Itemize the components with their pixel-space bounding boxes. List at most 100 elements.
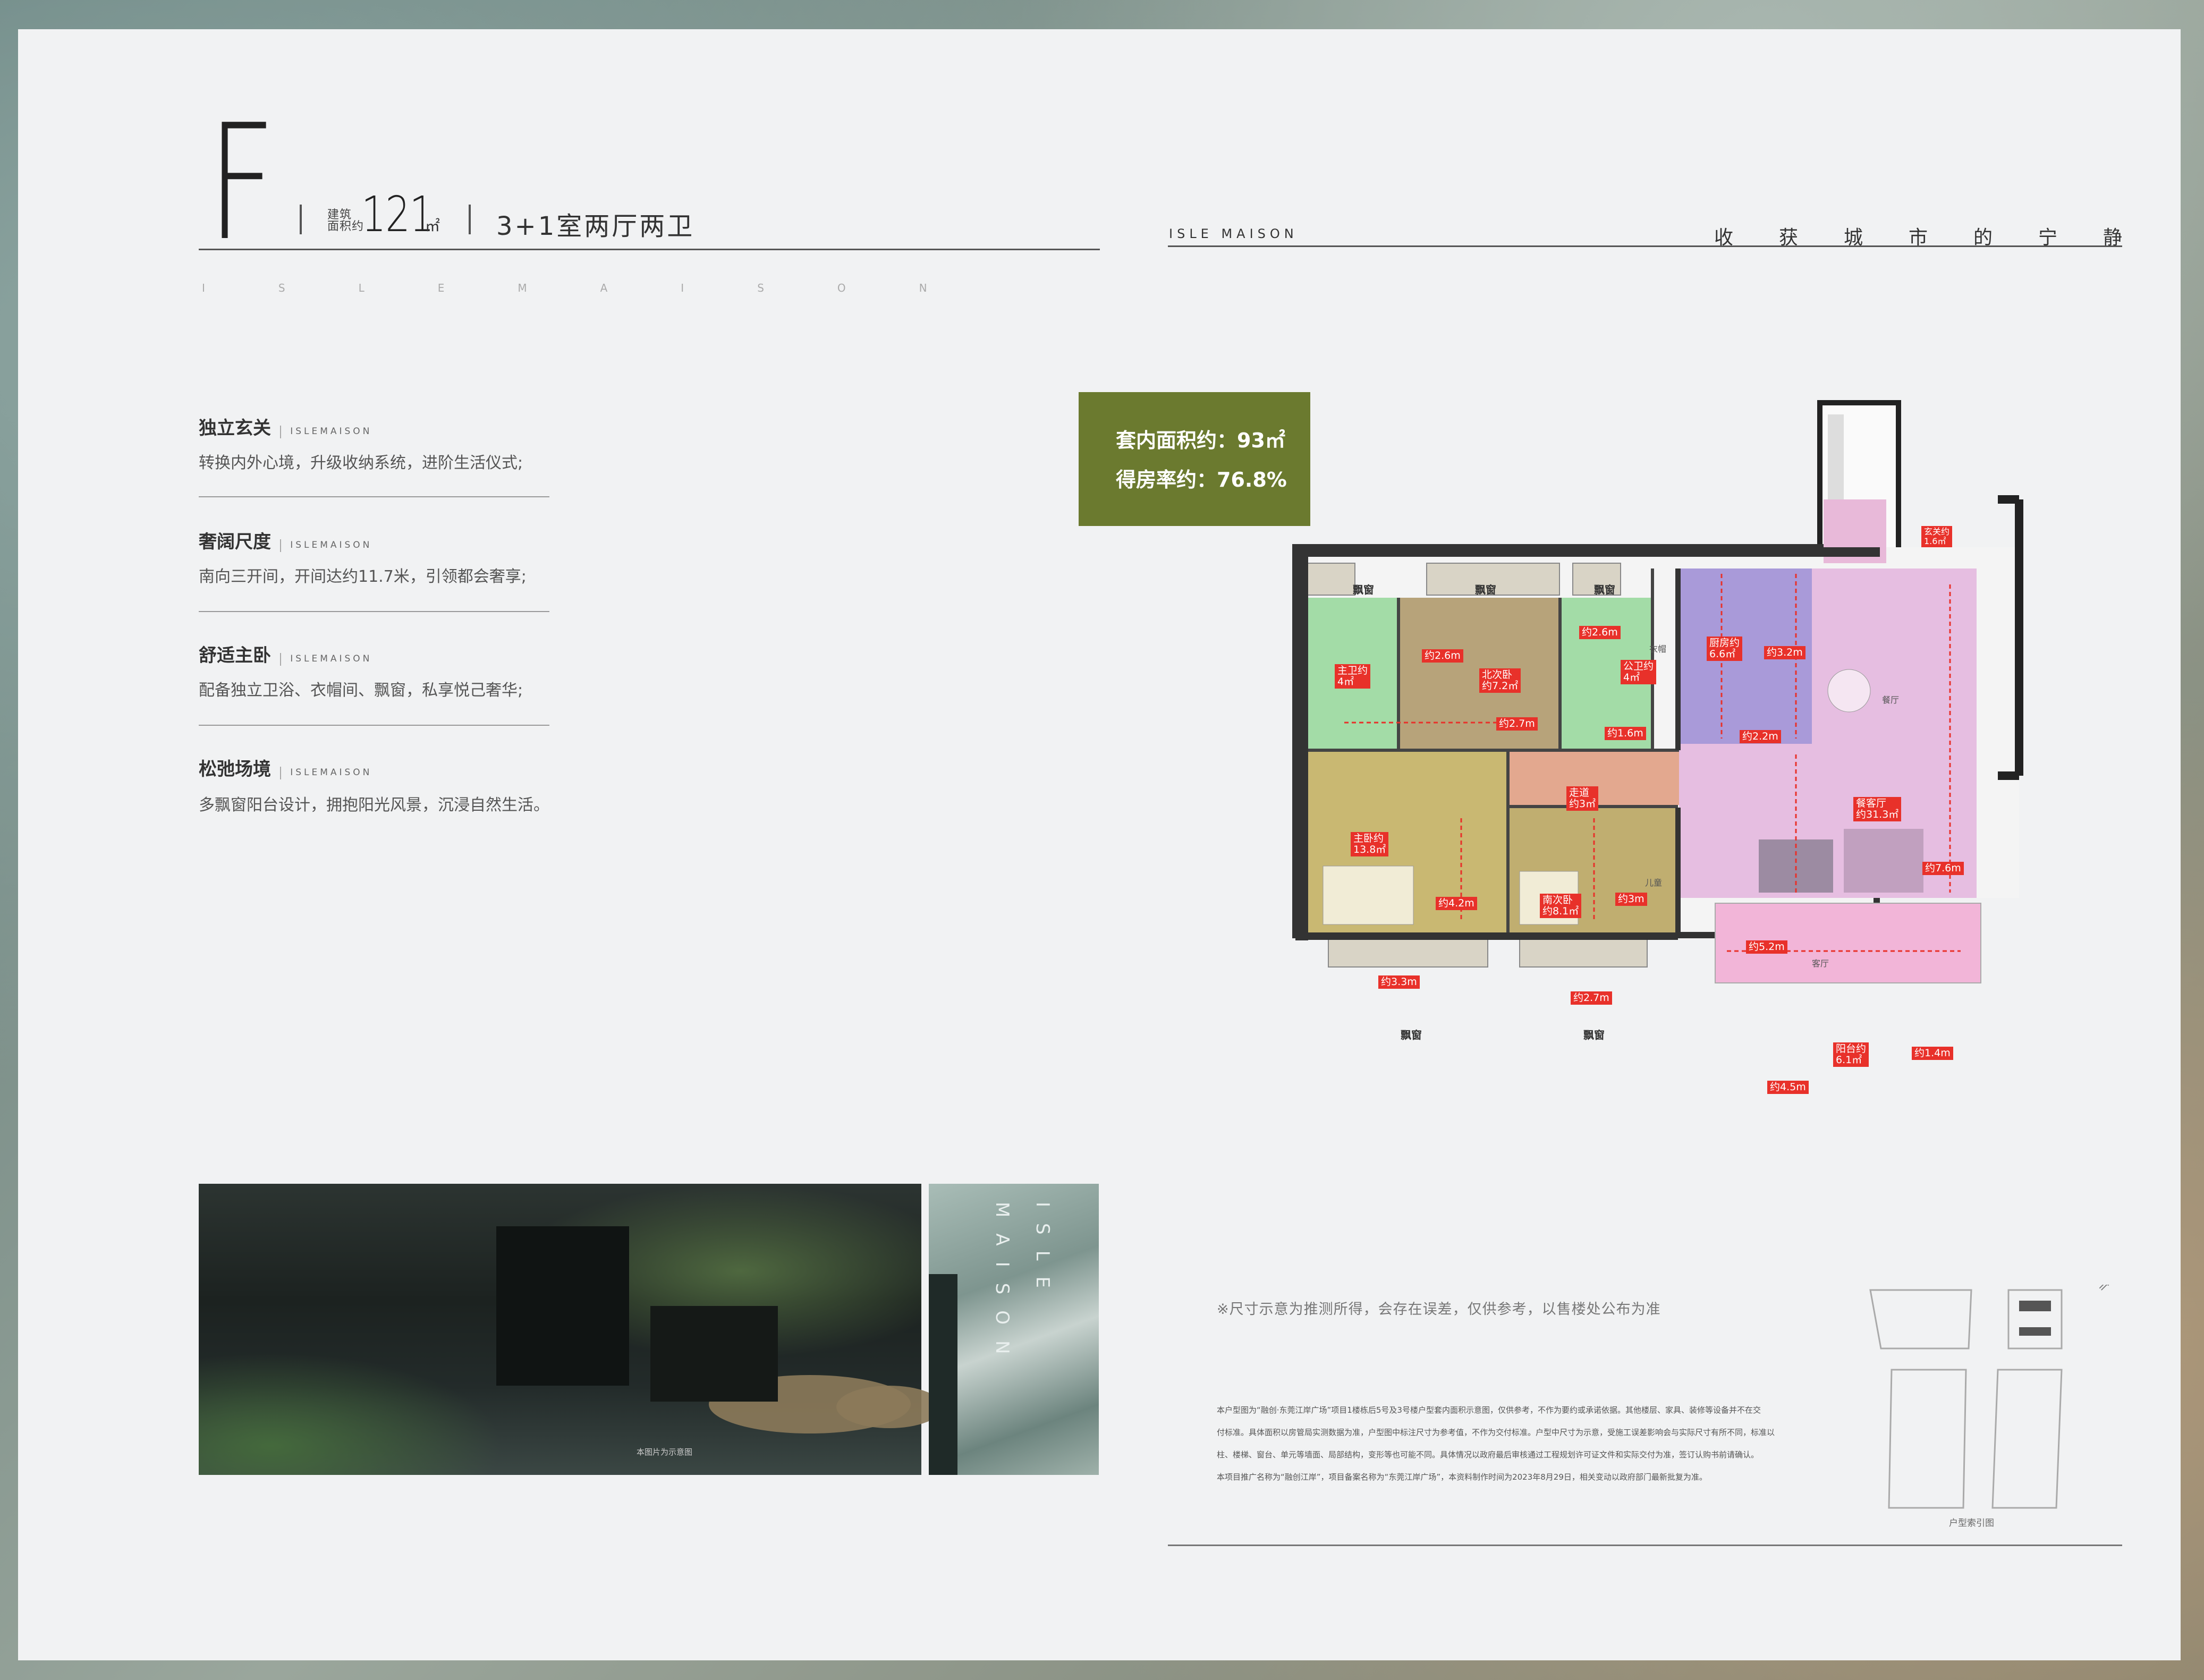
feature-item: 奢阔尺度 ISLEMAISON (199, 527, 372, 553)
glass-panel (929, 1184, 1099, 1475)
feature-title: 舒适主卧 (199, 645, 271, 666)
feature-title: 松弛场境 (199, 759, 271, 780)
building-block (1888, 1369, 1967, 1509)
dimension-tag: 约7.6m (1922, 862, 1964, 875)
disclaimer-note: ※尺寸示意为推测所得，会存在误差，仅供参考，以售楼处公布为准 (1217, 1301, 1661, 1318)
feature-title: 独立玄关 (199, 418, 271, 439)
dimension-tag: 约3m (1615, 893, 1647, 906)
landscape-photo (199, 1184, 943, 1475)
window-label: 飘窗 (1353, 583, 1374, 596)
feature-desc: 转换内外心境，升级收纳系统，进阶生活仪式; (199, 454, 523, 472)
area-value: 121 (361, 186, 434, 243)
highlighted-unit (2019, 1301, 2051, 1311)
dimension-tag: 约5.2m (1746, 940, 1787, 954)
header-rule-right (1168, 245, 2122, 247)
window-label: 飘窗 (1594, 583, 1615, 596)
feature-divider (280, 652, 282, 666)
feature-divider (280, 539, 282, 552)
dark-strip (929, 1274, 957, 1475)
corridor-tag: 走道 约3㎡ (1566, 786, 1599, 811)
nursery-label: 儿童 (1645, 878, 1663, 888)
dimension-tag: 约1.6m (1605, 727, 1646, 740)
west-wall (1295, 547, 1308, 940)
north-wall (1295, 547, 1880, 557)
area-unit: ㎡ (425, 217, 440, 235)
public-bath-tag: 公卫约 4㎡ (1621, 660, 1657, 684)
dimension-tag: 约2.6m (1422, 649, 1463, 663)
window-label: 飘窗 (1475, 583, 1496, 596)
dimension-tag: 约2.7m (1496, 717, 1538, 731)
feature-rule (199, 725, 549, 726)
disclaimer-line: 本项目推广名称为“融创江岸”，项目备案名称为“东莞江岸广场”，本资料制作时间为2… (1217, 1472, 1707, 1482)
feature-desc: 多飘窗阳台设计，拥抱阳光风景，沉浸自然生活。 (199, 796, 549, 814)
dimension-tag: 约2.2m (1740, 730, 1781, 743)
feature-desc: 配备独立卫浴、衣帽间、飘窗，私享悦己奢华; (199, 681, 523, 700)
efficiency-rate: 得房率约：76.8% (1116, 468, 1287, 491)
entrance-tag: 玄关约 1.6㎡ (1921, 526, 1953, 547)
feature-title: 奢阔尺度 (199, 531, 271, 553)
feature-desc: 南向三开间，开间达约11.7米，引领都会奢享; (199, 567, 527, 586)
dining-living-tag: 餐客厅 约31.3㎡ (1853, 797, 1902, 821)
kitchen-tag: 厨房约 6.6㎡ (1707, 637, 1743, 661)
dining-table (1827, 669, 1871, 712)
south-bedroom-tag: 南次卧 约8.1㎡ (1540, 894, 1582, 918)
header-separator (300, 205, 302, 234)
disclaimer-line: 本户型图为“融创·东莞江岸广场”项目1楼栋后5号及3号楼户型套内面积示意图，仅供… (1217, 1405, 1761, 1415)
dimension-tag: 约3.2m (1764, 646, 1805, 659)
south-wall (1295, 932, 1678, 940)
window-label: 飘窗 (1583, 1029, 1605, 1041)
feature-sub: ISLEMAISON (290, 426, 372, 437)
area-summary-box: 套内面积约：93㎡ 得房率约：76.8% (1079, 392, 1310, 526)
bay-window (1307, 563, 1355, 596)
room-type: 3+1室两厅两卫 (496, 211, 695, 241)
header-rule-left (199, 249, 1100, 250)
feature-rule (199, 611, 549, 612)
building-block (2007, 1289, 2063, 1350)
feature-item: 独立玄关 ISLEMAISON (199, 413, 372, 439)
header-separator (469, 205, 471, 234)
dimension-tag: 约2.6m (1579, 626, 1621, 639)
bottom-rule (1168, 1545, 2122, 1546)
index-plan-caption: 户型索引图 (1949, 1518, 1994, 1529)
index-plan: ⇗ (1869, 1285, 2111, 1509)
north-arrow-icon: ⇗ (2098, 1285, 2111, 1294)
unit-letter: F (207, 90, 276, 276)
feature-item: 松弛场境 ISLEMAISON (199, 754, 372, 780)
vertical-word: ISLE (1032, 1202, 1053, 1304)
planter-block (650, 1306, 778, 1402)
living-label: 客厅 (1812, 958, 1829, 969)
area-label-2: 面积约 (327, 220, 364, 233)
disclaimer-line: 付标准。具体面积以房管局实测数据为准，户型图中标注尺寸为参考值，不作为交付标准。… (1217, 1428, 1775, 1437)
feature-sub: ISLEMAISON (290, 540, 372, 550)
building-block (1991, 1369, 2063, 1509)
dimension-tag: 约4.5m (1767, 1081, 1809, 1094)
brand-right: ISLE MAISON (1169, 226, 1298, 241)
inner-area: 套内面积约：93㎡ (1116, 429, 1285, 452)
highlighted-unit (2019, 1327, 2051, 1336)
bed (1323, 866, 1414, 925)
floor-plan (1292, 400, 2023, 983)
balcony-tag: 阳台约 6.1㎡ (1833, 1042, 1869, 1067)
dimension-tag: 约1.4m (1912, 1047, 1953, 1060)
vertical-word: MAISON (991, 1202, 1013, 1370)
wall-block (496, 1226, 629, 1386)
ensuite-bath-tag: 主卫约 4㎡ (1335, 664, 1371, 689)
feature-rule (199, 496, 549, 497)
master-bedroom-tag: 主卧约 13.8㎡ (1351, 832, 1389, 856)
feature-sub: ISLEMAISON (290, 767, 372, 778)
spaced-brand: ISLEMAISON (202, 282, 1001, 294)
sofa (1844, 829, 1923, 893)
building-block (1869, 1289, 1972, 1350)
photo-caption: 本图片为示意图 (637, 1447, 693, 1457)
north-bedroom-tag: 北次卧 约7.2㎡ (1479, 668, 1521, 693)
wardrobe-label: 衣帽 (1649, 644, 1667, 654)
feature-item: 舒适主卧 ISLEMAISON (199, 641, 372, 667)
dimension-tag: 约4.2m (1436, 897, 1477, 910)
disclaimer-line: 柱、楼梯、窗台、单元等墙面、局部结构，变形等也可能不同。具体情况以政府最后审核通… (1217, 1450, 1759, 1460)
feature-divider (280, 766, 282, 779)
feature-divider (280, 425, 282, 438)
ottoman (836, 1386, 943, 1428)
feature-sub: ISLEMAISON (290, 654, 372, 664)
window-label: 飘窗 (1401, 1029, 1422, 1041)
dimension-tag: 约2.7m (1571, 991, 1612, 1005)
